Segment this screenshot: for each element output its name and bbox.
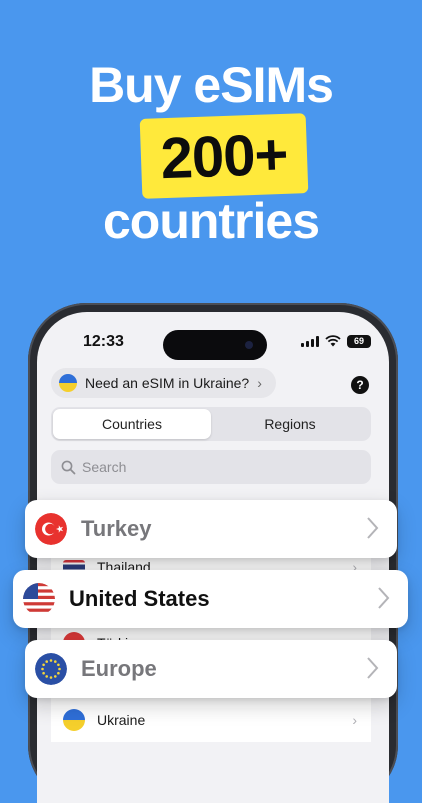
dynamic-island	[163, 330, 267, 360]
ukraine-esim-promo[interactable]: Need an eSIM in Ukraine? ›	[51, 368, 276, 398]
status-time: 12:33	[83, 333, 124, 350]
search-field[interactable]: Search	[51, 450, 371, 484]
chevron-right-icon: ›	[257, 375, 262, 391]
battery-icon: 69	[347, 334, 371, 348]
list-item-label: Ukraine	[97, 712, 146, 728]
hero-title: Buy eSIMs	[89, 57, 334, 113]
chevron-right-icon	[367, 517, 379, 539]
ukraine-flag-icon	[63, 709, 85, 731]
search-icon	[61, 460, 76, 474]
us-flag-icon	[23, 583, 55, 615]
eu-flag-icon	[35, 653, 67, 685]
turkey-flag-icon	[35, 513, 67, 545]
list-item-ukraine[interactable]: Ukraine ›	[51, 698, 371, 742]
hero-highlight-badge: 200+	[139, 113, 309, 199]
hero-header: Buy eSIMs 200+ countries	[0, 0, 422, 300]
card-turkey[interactable]: Turkey	[25, 500, 397, 558]
ukraine-flag-icon	[59, 374, 77, 392]
search-placeholder: Search	[82, 459, 127, 475]
wifi-icon	[325, 335, 341, 347]
card-label: Europe	[81, 656, 157, 681]
signal-icon	[301, 335, 319, 347]
tab-countries[interactable]: Countries	[53, 409, 211, 439]
card-europe[interactable]: Europe	[25, 640, 397, 698]
promo-text: Need an eSIM in Ukraine?	[85, 375, 250, 391]
hero-subtitle: countries	[102, 193, 320, 249]
question-mark-icon[interactable]: ?	[351, 376, 369, 394]
card-label: Turkey	[81, 516, 152, 541]
card-label: United States	[69, 586, 210, 611]
chevron-right-icon	[378, 587, 390, 609]
camera-dot	[245, 341, 253, 349]
tab-regions[interactable]: Regions	[211, 409, 369, 439]
chevron-right-icon	[367, 657, 379, 679]
status-icons: 69	[301, 334, 371, 348]
countries-regions-segmented-control: Countries Regions	[51, 407, 371, 441]
card-united-states[interactable]: United States	[13, 570, 408, 628]
chevron-right-icon: ›	[352, 712, 357, 728]
